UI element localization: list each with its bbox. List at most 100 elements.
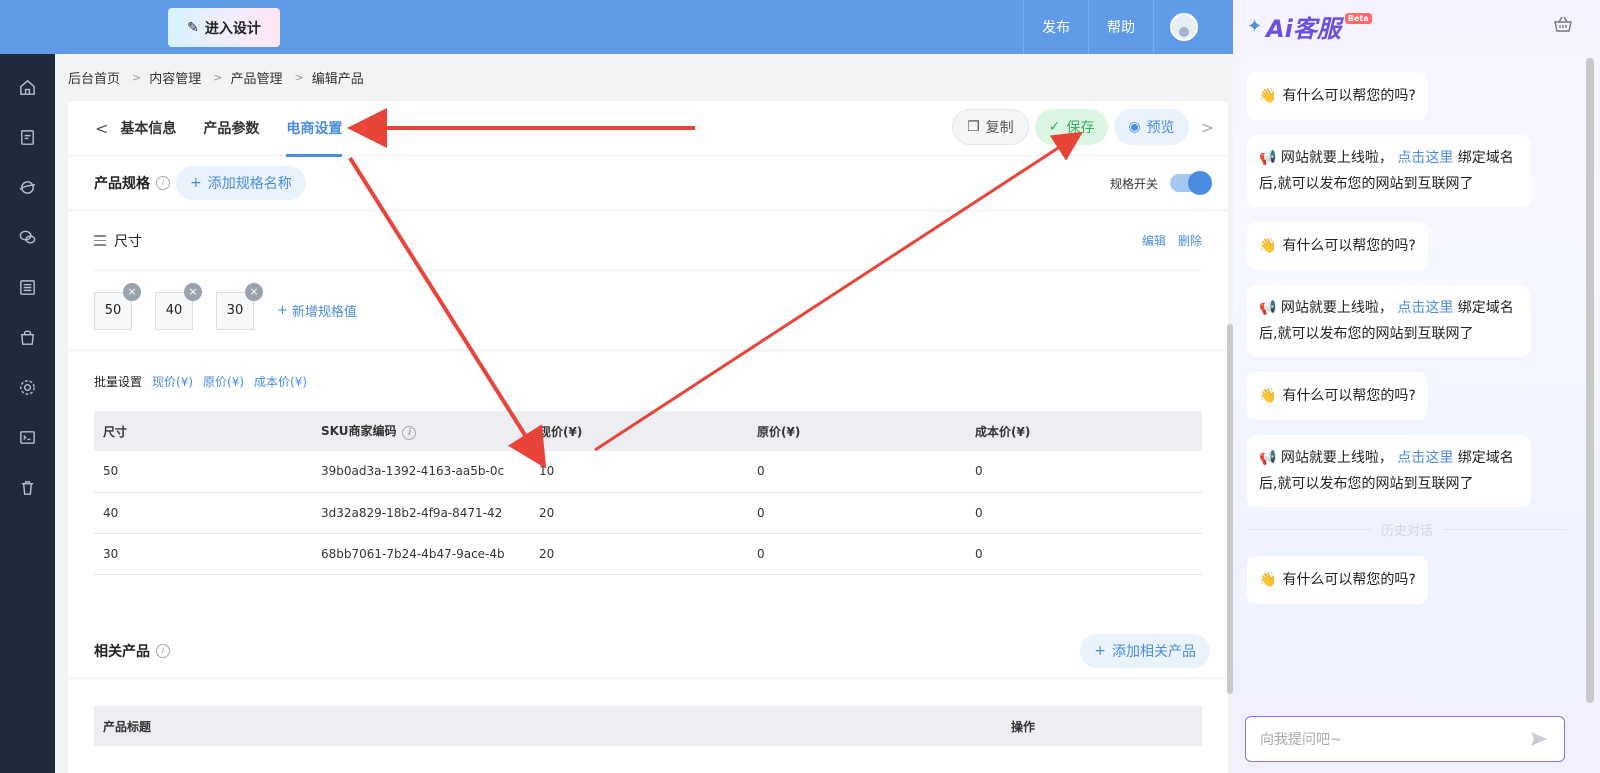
- breadcrumb-content[interactable]: 内容管理: [149, 68, 201, 87]
- copy-button[interactable]: ❐ 复制: [952, 109, 1029, 145]
- cell-cost-price[interactable]: 0: [966, 492, 1202, 534]
- megaphone-icon: 📢: [1259, 300, 1277, 316]
- megaphone-icon: 📢: [1259, 450, 1277, 466]
- sku-code-input[interactable]: 3d32a829-18b2-4f9a-8471-42: [321, 506, 511, 520]
- cell-sku-code[interactable]: 3d32a829-18b2-4f9a-8471-42: [312, 492, 530, 534]
- info-icon[interactable]: i: [156, 644, 170, 658]
- back-icon[interactable]: <: [95, 119, 108, 138]
- sku-code-input[interactable]: 68bb7061-7b24-4b47-9ace-4b: [321, 547, 511, 561]
- batch-label: 批量设置: [94, 374, 143, 389]
- enter-design-button[interactable]: ✎ 进入设计: [168, 8, 280, 47]
- sidebar-item-shop[interactable]: [0, 312, 55, 362]
- preview-label: 预览: [1146, 120, 1175, 136]
- sidebar-item-content[interactable]: [0, 112, 55, 162]
- ai-title: Ai客服: [1266, 14, 1341, 43]
- save-button[interactable]: ✓ 保存: [1034, 109, 1109, 145]
- cell-price[interactable]: 20: [530, 492, 748, 534]
- clap-icon: 👋: [1259, 388, 1277, 404]
- help-button[interactable]: 帮助: [1088, 0, 1153, 54]
- spec-value-chip[interactable]: 40 ×: [155, 282, 202, 330]
- copy-icon: ❐: [967, 119, 980, 135]
- notice-link[interactable]: 点击这里: [1397, 300, 1453, 316]
- batch-price-link[interactable]: 现价(¥): [152, 373, 193, 390]
- sidebar-item-list[interactable]: [0, 262, 55, 312]
- tab-product-params[interactable]: 产品参数: [203, 101, 259, 156]
- notice-link[interactable]: 点击这里: [1397, 450, 1453, 466]
- ai-scrollbar[interactable]: [1586, 58, 1594, 703]
- sidebar-item-trash[interactable]: [0, 462, 55, 512]
- sku-code-input[interactable]: 39b0ad3a-1392-4163-aa5b-0c: [321, 464, 511, 478]
- col-product-title: 产品标题: [103, 719, 152, 734]
- cell-sku-code[interactable]: 39b0ad3a-1392-4163-aa5b-0c: [312, 451, 530, 493]
- ai-greeting-bubble: 👋 有什么可以帮您的吗?: [1247, 556, 1428, 604]
- spec-value-chip[interactable]: 30 ×: [216, 282, 263, 330]
- cell-size: 30: [94, 533, 312, 575]
- document-edit-icon: [21, 129, 34, 145]
- col-size: 尺寸: [94, 411, 312, 451]
- send-icon[interactable]: [1530, 730, 1548, 748]
- col-sku-code: SKU商家编码 i: [312, 411, 530, 451]
- ai-notice-bubble: 📢 网站就要上线啦， 点击这里 绑定域名后,就可以发布您的网站到互联网了: [1247, 135, 1531, 207]
- info-icon[interactable]: i: [156, 176, 170, 190]
- cell-sku-code[interactable]: 68bb7061-7b24-4b47-9ace-4b: [312, 533, 530, 575]
- eye-icon: ◉: [1128, 119, 1141, 135]
- cell-cost-price[interactable]: 0: [966, 451, 1202, 493]
- sidebar-item-settings[interactable]: [0, 362, 55, 412]
- publish-button[interactable]: 发布: [1023, 0, 1088, 54]
- ai-question-input[interactable]: 向我提问吧~: [1245, 716, 1565, 762]
- spec-header: 产品规格 i + 添加规格名称 规格开关: [68, 156, 1228, 211]
- breadcrumb-products[interactable]: 产品管理: [230, 68, 282, 87]
- enter-design-label: 进入设计: [204, 20, 261, 37]
- spec-title: 产品规格: [94, 176, 150, 192]
- plus-icon: +: [190, 175, 202, 191]
- info-icon[interactable]: i: [402, 426, 417, 440]
- notice-link[interactable]: 点击这里: [1397, 150, 1453, 166]
- cell-original-price[interactable]: 0: [748, 492, 966, 534]
- avatar[interactable]: [1170, 13, 1198, 41]
- cell-original-price[interactable]: 0: [748, 533, 966, 575]
- add-spec-value-label: 新增规格值: [291, 305, 357, 320]
- cell-price[interactable]: 20: [530, 533, 748, 575]
- spec-toggle[interactable]: [1170, 171, 1212, 195]
- basket-icon[interactable]: [1554, 16, 1572, 32]
- chevron-right-icon[interactable]: >: [1201, 118, 1214, 137]
- tab-basic-info[interactable]: 基本信息: [120, 101, 176, 156]
- greeting-text: 有什么可以帮您的吗?: [1282, 238, 1416, 254]
- tab-ecommerce-settings[interactable]: 电商设置: [286, 101, 343, 157]
- cell-cost-price[interactable]: 0: [966, 533, 1202, 575]
- tab-bar: < 基本信息 产品参数 电商设置 ❐ 复制 ✓ 保存 ◉ 预览 >: [68, 101, 1228, 157]
- user-menu[interactable]: [1153, 0, 1233, 54]
- close-icon[interactable]: ×: [245, 282, 263, 301]
- cell-price[interactable]: 10: [530, 451, 748, 493]
- add-spec-name-button[interactable]: + 添加规格名称: [176, 166, 306, 200]
- greeting-text: 有什么可以帮您的吗?: [1282, 88, 1416, 104]
- greeting-text: 有什么可以帮您的吗?: [1282, 572, 1416, 588]
- batch-cost-price-link[interactable]: 成本价(¥): [254, 373, 307, 390]
- breadcrumb-home[interactable]: 后台首页: [68, 68, 120, 87]
- batch-original-price-link[interactable]: 原价(¥): [203, 373, 244, 390]
- close-icon[interactable]: ×: [123, 282, 141, 301]
- terminal-icon: [20, 430, 35, 444]
- preview-button[interactable]: ◉ 预览: [1114, 109, 1189, 145]
- greeting-text: 有什么可以帮您的吗?: [1282, 388, 1416, 404]
- clap-icon: 👋: [1259, 88, 1277, 104]
- add-related-product-button[interactable]: + 添加相关产品: [1080, 634, 1210, 668]
- spec-value-chip[interactable]: 50 ×: [94, 282, 141, 330]
- delete-dimension-link[interactable]: 删除: [1178, 232, 1202, 249]
- cell-original-price[interactable]: 0: [748, 451, 966, 493]
- add-related-label: 添加相关产品: [1112, 644, 1196, 660]
- sidebar-item-wechat[interactable]: [0, 212, 55, 262]
- sidebar-item-home[interactable]: [0, 62, 55, 112]
- sidebar-item-site[interactable]: [0, 162, 55, 212]
- sidebar-item-terminal[interactable]: [0, 412, 55, 462]
- ai-input-placeholder: 向我提问吧~: [1260, 732, 1342, 748]
- cell-size: 50: [94, 451, 312, 493]
- edit-dimension-link[interactable]: 编辑: [1142, 232, 1166, 249]
- close-icon[interactable]: ×: [184, 282, 202, 301]
- copy-label: 复制: [985, 120, 1014, 136]
- col-price: 现价(¥): [530, 411, 748, 451]
- ecommerce-card: < 基本信息 产品参数 电商设置 ❐ 复制 ✓ 保存 ◉ 预览 > 产品规格 i…: [68, 101, 1228, 652]
- drag-handle-icon[interactable]: [94, 235, 106, 246]
- add-spec-value-button[interactable]: + 新增规格值: [277, 301, 357, 320]
- breadcrumb: 后台首页 > 内容管理 > 产品管理 > 编辑产品: [55, 54, 1233, 100]
